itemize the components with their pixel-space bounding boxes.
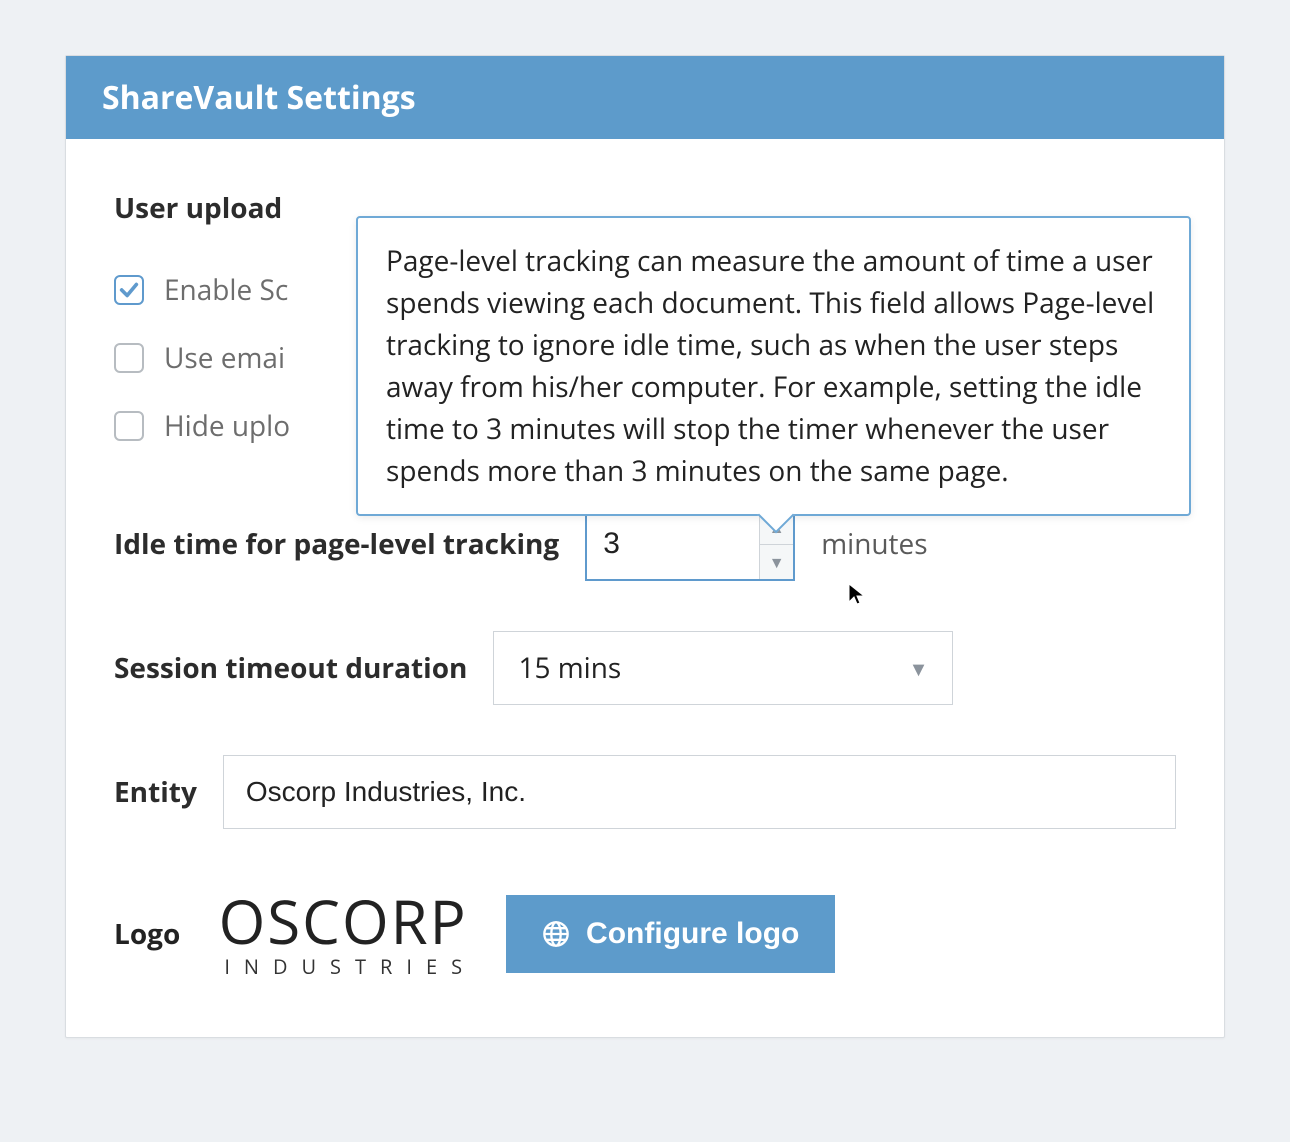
idle-time-units: minutes <box>821 525 927 563</box>
chevron-down-icon: ▼ <box>909 655 929 682</box>
session-timeout-select[interactable]: 15 mins ▼ <box>493 631 953 705</box>
session-timeout-value: 15 mins <box>518 649 621 687</box>
session-timeout-label: Session timeout duration <box>114 649 467 687</box>
enable-screen-checkbox[interactable] <box>114 275 144 305</box>
entity-row: Entity <box>114 755 1176 829</box>
idle-time-label: Idle time for page-level tracking <box>114 525 559 563</box>
globe-icon <box>542 920 570 948</box>
session-timeout-row: Session timeout duration 15 mins ▼ <box>114 631 1176 705</box>
entity-input[interactable] <box>223 755 1176 829</box>
idle-time-input[interactable] <box>587 509 759 579</box>
idle-time-row: Idle time for page-level tracking ▲ ▼ mi… <box>114 507 1176 581</box>
checkmark-icon <box>118 279 140 301</box>
logo-label: Logo <box>114 915 180 953</box>
entity-label: Entity <box>114 773 197 811</box>
use-email-label: Use emai <box>164 339 285 377</box>
logo-brand-word: OSCORP <box>219 891 468 951</box>
hide-upload-checkbox[interactable] <box>114 411 144 441</box>
spinner-down-icon[interactable]: ▼ <box>760 544 793 579</box>
configure-logo-button[interactable]: Configure logo <box>506 895 835 973</box>
logo-image: OSCORP INDUSTRIES <box>210 891 476 977</box>
settings-panel: ShareVault Settings User upload Enable S… <box>65 55 1225 1038</box>
hide-upload-label: Hide uplo <box>164 407 290 445</box>
idle-time-tooltip: Page-level tracking can measure the amou… <box>356 216 1191 516</box>
logo-brand-sub: INDUSTRIES <box>210 957 476 977</box>
configure-logo-label: Configure logo <box>586 917 799 951</box>
enable-screen-label: Enable Sc <box>164 271 288 309</box>
panel-title: ShareVault Settings <box>66 56 1224 139</box>
use-email-checkbox[interactable] <box>114 343 144 373</box>
logo-row: Logo OSCORP INDUSTRIES Configure logo <box>114 891 1176 977</box>
